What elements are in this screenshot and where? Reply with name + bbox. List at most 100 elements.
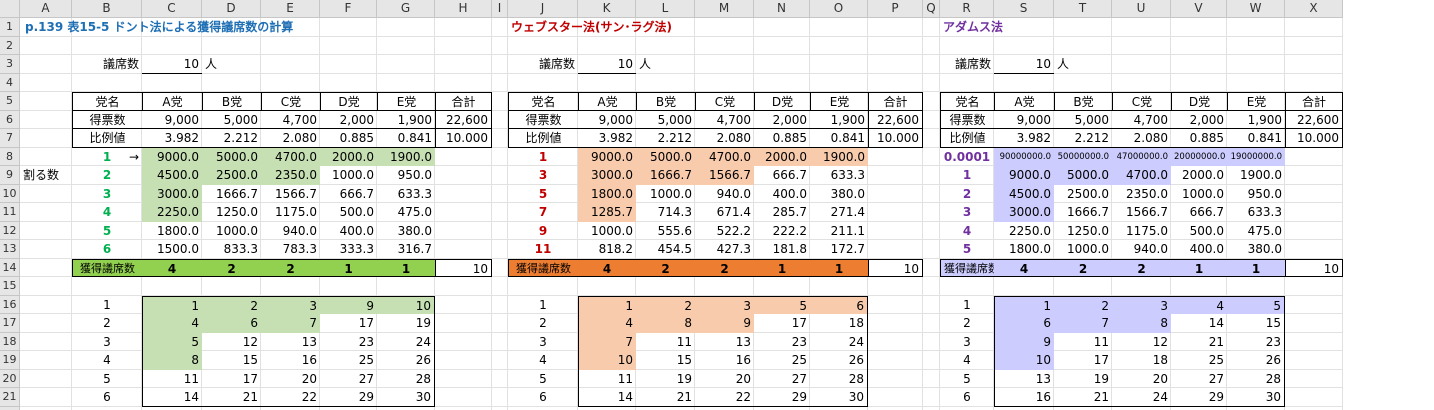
quotient-cell[interactable]: 4700.0 [695,147,754,166]
quotient-cell[interactable]: 1000.0 [320,166,377,185]
quotient-cell[interactable]: 333.3 [320,240,377,259]
rank-cell[interactable]: 26 [810,351,868,370]
row-header-3[interactable]: 3 [0,55,20,74]
quotient-cell[interactable]: 1900.0 [810,147,868,166]
rank-cell[interactable]: 5 [754,295,810,314]
quotient-cell[interactable]: 1250.0 [1054,222,1112,241]
rank-cell[interactable]: 25 [754,351,810,370]
party-header[interactable]: 党名 [940,92,994,111]
quotient-cell[interactable]: 400.0 [1171,240,1227,259]
rank-cell[interactable]: 30 [1227,388,1285,407]
rank-cell[interactable]: 13 [695,333,754,352]
divisor-value[interactable]: 2 [72,166,142,185]
rank-cell[interactable]: 30 [377,388,435,407]
spreadsheet[interactable]: A B C D E F G H I J K L M N O P Q R S T U V W X 1 2 3 4 5 6 7 8 9 10 11 12 1… [0,0,1434,410]
row-header-9[interactable]: 9 [0,166,20,185]
rank-cell[interactable]: 17 [320,314,377,333]
row-header-16[interactable]: 16 [0,295,20,314]
rank-cell[interactable]: 24 [1112,388,1171,407]
quotient-cell[interactable]: 9000.0 [578,147,636,166]
rank-cell[interactable]: 2 [636,295,695,314]
quotient-cell[interactable]: 522.2 [695,222,754,241]
rank-cell[interactable]: 15 [636,351,695,370]
rank-cell[interactable]: 28 [810,369,868,388]
divisor-value[interactable]: 0.0001 [940,148,994,167]
votes-value[interactable]: 5,000 [202,111,261,129]
votes-value[interactable]: 2,000 [754,111,810,129]
rank-cell[interactable]: 27 [320,370,377,389]
row-header-6[interactable]: 6 [0,110,20,129]
quotient-cell[interactable]: 940.0 [1112,240,1171,259]
quotient-cell[interactable]: 1566.7 [261,185,320,204]
quotient-cell[interactable]: 5000.0 [202,147,261,166]
rank-cell[interactable]: 22 [695,388,754,407]
votes-value[interactable]: 5,000 [1054,111,1112,129]
votes-value[interactable]: 22,600 [435,110,492,129]
ratio-value[interactable]: 3.982 [142,129,202,148]
party-header[interactable]: A党 [994,92,1054,111]
rank-cell[interactable]: 5 [1227,295,1285,314]
quotient-cell[interactable]: 1000.0 [202,222,261,241]
column-header-f[interactable]: F [320,0,377,18]
column-header-e[interactable]: E [261,0,320,18]
rank-cell[interactable]: 18 [810,314,868,333]
rank-cell[interactable]: 20 [695,370,754,389]
row-header-4[interactable]: 4 [0,73,20,92]
rank-cell[interactable]: 10 [377,295,435,314]
party-header[interactable]: D党 [1171,92,1227,111]
rank-cell[interactable]: 16 [695,351,754,370]
quotient-cell[interactable]: 818.2 [578,240,636,259]
column-header-m[interactable]: M [695,0,754,18]
row-header-15[interactable]: 15 [0,277,20,296]
rank-cell[interactable]: 24 [377,332,435,351]
rank-cell[interactable]: 3 [1112,295,1171,314]
rank-cell[interactable]: 11 [578,369,636,388]
seats-value[interactable]: 10 [142,55,202,74]
quotient-cell[interactable]: 90000000.0 [994,147,1054,166]
ratio-value[interactable]: 3.982 [578,129,636,148]
quotient-cell[interactable]: 4700.0 [261,147,320,166]
rank-cell[interactable]: 14 [1171,314,1227,333]
quotient-cell[interactable]: 3000.0 [578,166,636,185]
row-header-2[interactable]: 2 [0,36,20,55]
quotient-cell[interactable]: 1000.0 [1054,240,1112,259]
rank-cell[interactable]: 23 [320,333,377,352]
column-header-g[interactable]: G [377,0,435,18]
seats-won-value[interactable]: 1 [754,258,810,277]
row-header-20[interactable]: 20 [0,369,20,388]
rank-cell[interactable]: 10 [578,351,636,370]
row-header-21[interactable]: 21 [0,388,20,407]
column-header-d[interactable]: D [202,0,261,18]
divisor-value[interactable]: 5 [72,222,142,241]
quotient-cell[interactable]: 4500.0 [994,184,1054,203]
quotient-cell[interactable]: 50000000.0 [1054,147,1112,166]
quotient-cell[interactable]: 500.0 [320,203,377,222]
quotient-cell[interactable]: 1000.0 [578,222,636,241]
divisor-value[interactable]: 5 [508,185,578,204]
party-header[interactable]: B党 [1054,92,1112,111]
quotient-cell[interactable]: 2500.0 [202,166,261,185]
rank-cell[interactable]: 28 [377,369,435,388]
column-header-n[interactable]: N [754,0,810,18]
votes-value[interactable]: 4,700 [695,111,754,129]
ratio-value[interactable]: 2.080 [695,129,754,148]
quotient-cell[interactable]: 1800.0 [994,240,1054,259]
quotient-cell[interactable]: 2250.0 [994,222,1054,241]
rank-cell[interactable]: 28 [1227,369,1285,388]
row-header-18[interactable]: 18 [0,332,20,351]
divisor-value[interactable]: 1 [508,148,578,167]
rank-cell[interactable]: 21 [1054,388,1112,407]
column-header-x[interactable]: X [1285,0,1343,18]
rank-cell[interactable]: 4 [142,314,202,333]
divisor-value[interactable]: 6 [72,240,142,259]
quotient-cell[interactable]: 666.7 [320,185,377,204]
quotient-cell[interactable]: 9000.0 [142,147,202,166]
quotient-cell[interactable]: 4700.0 [1112,166,1171,185]
party-header[interactable]: 党名 [72,92,142,111]
rank-cell[interactable]: 15 [202,351,261,370]
ratio-value[interactable]: 0.885 [1171,129,1227,148]
divisor-value[interactable]: 4 [72,203,142,222]
ratio-value[interactable]: 3.982 [994,129,1054,148]
quotient-cell[interactable]: 47000000.0 [1112,147,1171,166]
rank-cell[interactable]: 5 [142,332,202,351]
